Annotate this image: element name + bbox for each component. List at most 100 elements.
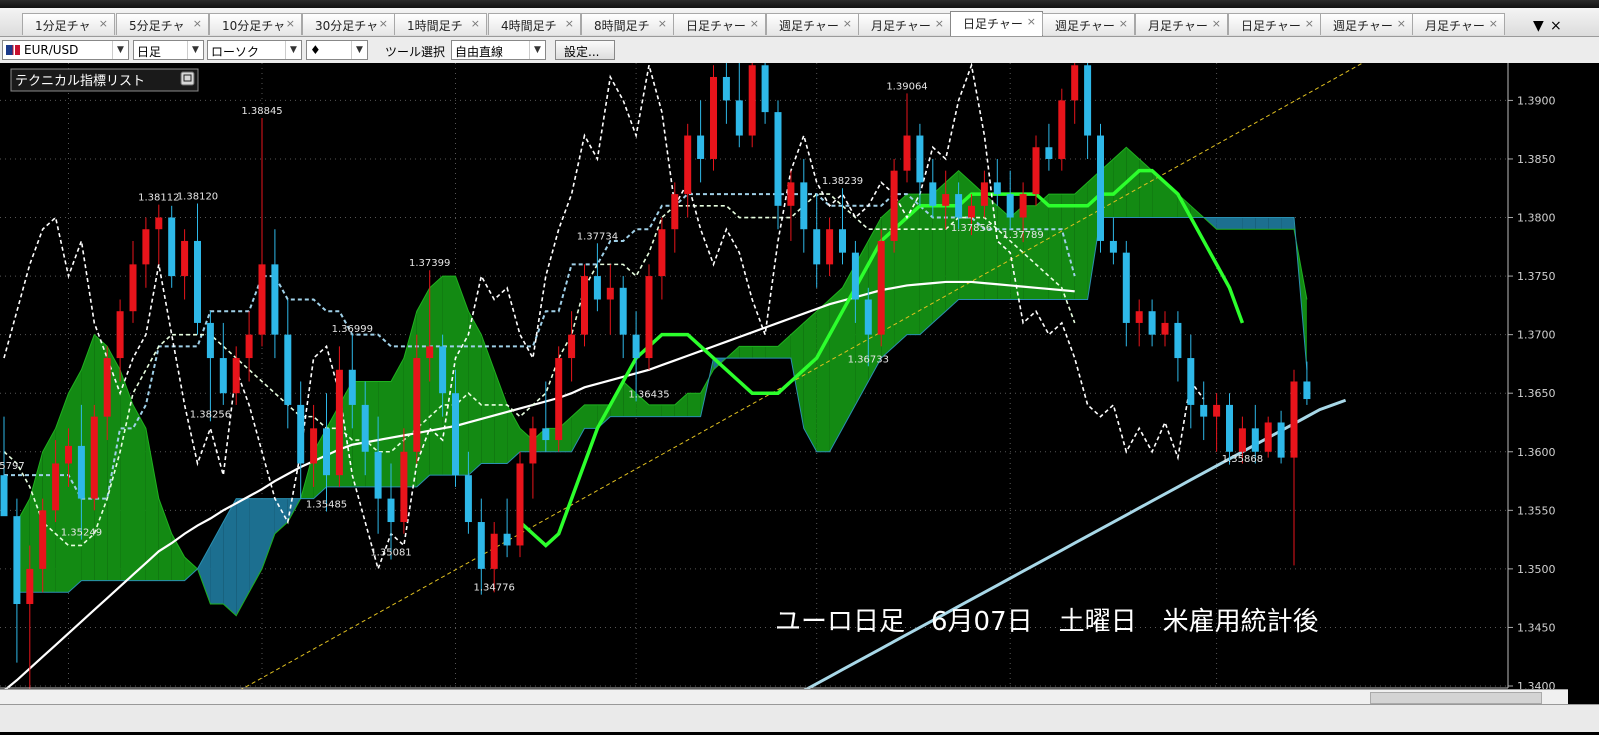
marker-select[interactable]: ♦ ▼ [306,40,368,60]
tab-chart-7[interactable]: 8時間足チ × [581,13,674,35]
cloud-segment [958,170,972,300]
close-tab-icon[interactable]: × [843,17,852,30]
candle-body [955,194,963,218]
chart-style-select[interactable]: ローソク ▼ [207,40,302,60]
chevron-down-icon: ▼ [351,41,367,59]
candlestick-chart[interactable]: 1.357971.338931.352491.381121.381201.382… [0,0,1599,731]
chevron-down-icon: ▼ [187,41,203,59]
candle-body [516,463,524,546]
candle-body [658,229,666,277]
tab-label: 8時間足チ [594,19,650,33]
close-tab-icon[interactable]: × [379,17,388,30]
candle-body [361,404,369,452]
cloud-segment [1216,217,1230,230]
tab-chart-16[interactable]: 月足チャー × [1412,13,1505,35]
timeframe-select[interactable]: 日足 ▼ [133,40,204,60]
close-window-button[interactable]: × [1550,18,1562,34]
tab-chart-6[interactable]: 4時間足チ × [488,13,581,35]
close-tab-icon[interactable]: × [286,17,295,30]
close-tab-icon[interactable]: × [1027,15,1036,28]
candle-body [1097,135,1104,241]
tab-label: 30分足チャ [315,19,379,33]
candle-body [1032,147,1040,195]
close-tab-icon[interactable]: × [658,17,667,30]
y-tick-label: 1.3550 [1517,504,1556,517]
tab-chart-15[interactable]: 週足チャー × [1320,13,1413,35]
close-tab-icon[interactable]: × [935,17,944,30]
candle-body [297,404,305,464]
cloud-segment [468,311,482,476]
cloud-segment [661,404,675,417]
tab-label: 1分足チャ [35,19,91,33]
price-label: 1.39064 [886,81,927,92]
candle-body [413,358,421,452]
candle-body [129,264,137,312]
candle-body [710,76,717,159]
price-label: 1.38845 [241,106,282,117]
price-label: 1.35485 [306,499,347,510]
candle-body [774,112,782,206]
close-tab-icon[interactable]: × [1489,17,1498,30]
tab-label: 週足チャー [1055,19,1115,33]
candle-body [39,510,47,569]
candle-body [980,182,988,206]
price-label: 1.36733 [848,354,889,365]
settings-button[interactable]: 設定... [555,40,615,60]
tab-label: 週足チャー [779,19,839,33]
chart-area[interactable]: 1.357971.338931.352491.381121.381201.382… [0,0,1599,731]
candle-body [645,276,653,359]
candle-body [219,358,227,394]
drawing-tool-select[interactable]: 自由直線 ▼ [451,40,546,60]
tab-chart-2[interactable]: 5分足チャ × [116,13,209,35]
tab-chart-3[interactable]: 10分足チャ × [209,13,302,35]
candle-body [671,194,679,230]
candle-body [735,100,743,136]
candle-body [748,65,756,136]
price-label: 1.35249 [61,528,102,539]
close-tab-icon[interactable]: × [193,17,202,30]
tab-chart-10[interactable]: 月足チャー × [858,13,951,35]
currency-pair-value: EUR/USD [24,43,79,57]
tab-chart-1[interactable]: 1分足チャ × [22,13,115,35]
close-tab-icon[interactable]: × [565,17,574,30]
close-tab-icon[interactable]: × [1397,17,1406,30]
candle-body [942,194,950,206]
y-tick-label: 1.3500 [1517,563,1556,576]
tab-chart-12[interactable]: 週足チャー × [1042,13,1135,35]
candle-body [439,346,447,394]
tab-list-menu-button[interactable]: ▼ [1533,18,1544,34]
close-tab-icon[interactable]: × [750,17,759,30]
y-tick-label: 1.3650 [1517,387,1556,400]
price-label: 1.37856 [951,223,992,234]
tab-chart-4[interactable]: 30分足チャ × [302,13,395,35]
close-tab-icon[interactable]: × [1119,17,1128,30]
price-label: 1.38120 [177,191,218,202]
currency-pair-select[interactable]: EUR/USD ▼ [2,40,129,60]
close-tab-icon[interactable]: × [1305,17,1314,30]
scrollbar-thumb[interactable] [1370,692,1542,704]
candle-body [1058,100,1066,159]
cloud-segment [1268,217,1282,230]
horizontal-scrollbar[interactable] [0,689,1568,704]
close-tab-icon[interactable]: × [99,17,108,30]
tab-chart-8[interactable]: 日足チャー × [673,13,766,35]
tab-chart-5[interactable]: 1時間足チ × [394,13,487,35]
tab-chart-13[interactable]: 月足チャー × [1135,13,1228,35]
tab-chart-11[interactable]: 日足チャー × [950,11,1043,36]
chart-toolbar: EUR/USD ▼ 日足 ▼ ローソク ▼ ♦ ▼ ツール選択 自由直線 ▼ 設… [0,37,1599,64]
candle-body [1019,194,1027,218]
candle-body [206,322,214,359]
candle-body [1045,147,1053,159]
tab-chart-14[interactable]: 日足チャー × [1228,13,1321,35]
candle-body [155,217,163,230]
timeframe-value: 日足 [137,45,162,59]
close-tab-icon[interactable]: × [471,17,480,30]
restore-window-icon[interactable] [180,71,195,86]
cloud-segment [1036,194,1049,300]
indicator-list-panel[interactable]: テクニカル指標リスト [10,68,199,92]
price-label: 1.38239 [822,176,863,187]
close-tab-icon[interactable]: × [1212,17,1221,30]
candle-body [839,229,846,253]
tab-chart-9[interactable]: 週足チャー × [766,13,859,35]
cloud-segment [1229,217,1243,230]
